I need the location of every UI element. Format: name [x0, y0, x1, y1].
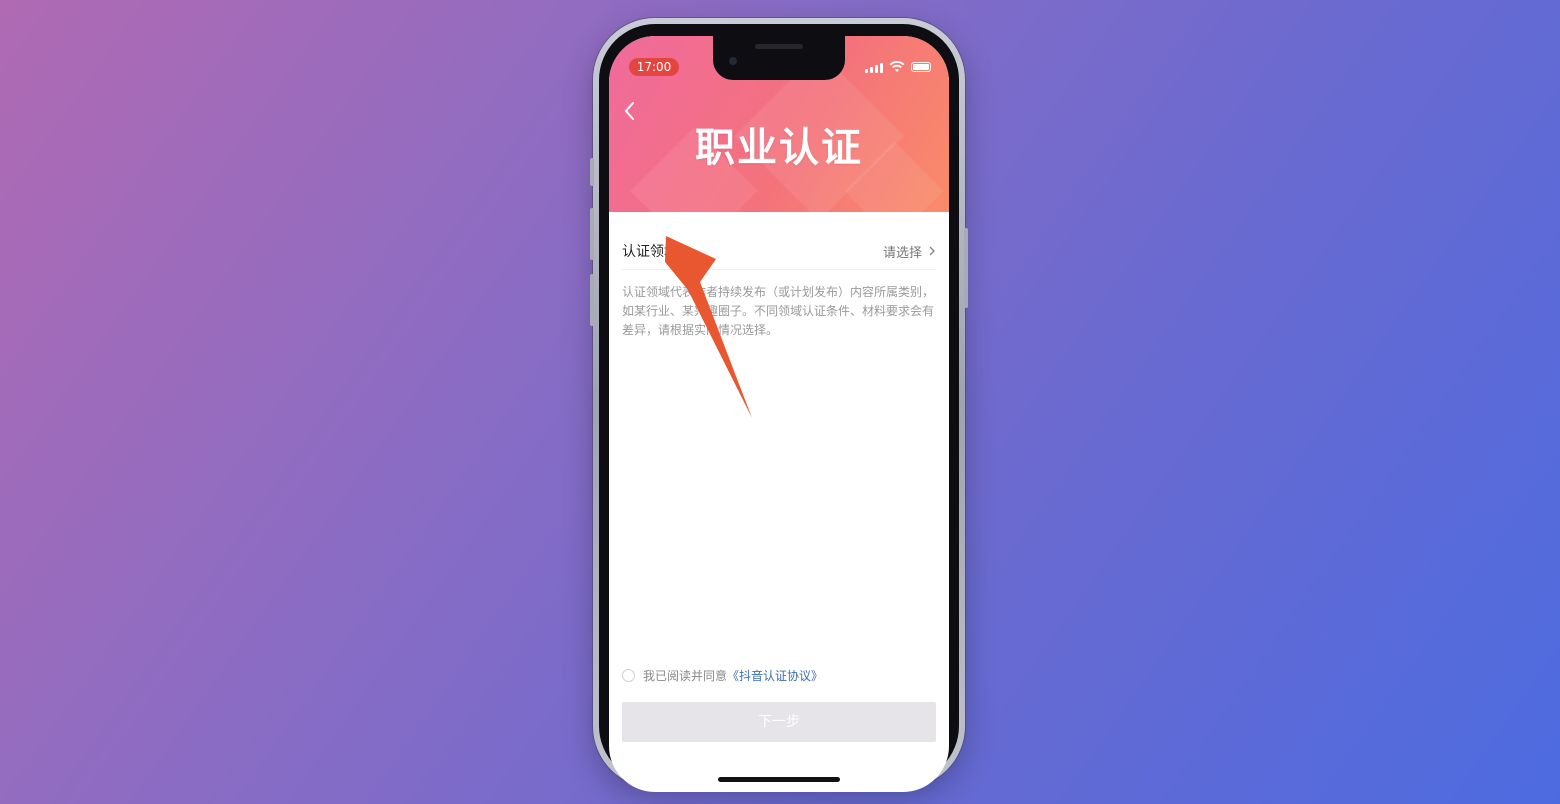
front-camera	[729, 57, 737, 65]
notch	[713, 36, 845, 80]
home-indicator	[718, 777, 840, 782]
field-description: 认证领域代表作者持续发布（或计划发布）内容所属类别，如某行业、某兴趣圈子。不同领…	[622, 285, 935, 337]
phone-frame: 职业认证 17:00 认证领域 请选择 认证领域代表作者持续发布（或计划发布）内…	[590, 18, 968, 792]
page-title: 职业认证	[695, 125, 863, 171]
field-label: 认证领域	[622, 244, 678, 260]
volume-up-button	[590, 208, 594, 260]
power-button	[964, 228, 968, 308]
battery-icon	[911, 62, 931, 72]
status-time: 17:00	[629, 58, 679, 76]
chevron-right-icon	[929, 246, 935, 256]
wifi-icon	[889, 61, 905, 72]
mute-switch	[590, 158, 594, 186]
app-screen: 职业认证 17:00 认证领域 请选择 认证领域代表作者持续发布（或计划发布）内…	[609, 36, 949, 792]
certification-field-row[interactable]: 认证领域 请选择	[622, 233, 936, 270]
agreement-row: 我已阅读并同意《抖音认证协议》	[622, 667, 823, 684]
agreement-link[interactable]: 《抖音认证协议》	[727, 669, 823, 683]
next-step-button[interactable]: 下一步	[622, 702, 936, 742]
speaker	[755, 44, 803, 49]
field-placeholder: 请选择	[882, 245, 922, 261]
back-chevron-icon[interactable]	[621, 100, 639, 122]
volume-down-button	[590, 274, 594, 326]
field-select[interactable]: 请选择	[883, 242, 936, 261]
signal-icon	[865, 62, 883, 73]
agreement-radio[interactable]	[622, 669, 635, 682]
agreement-text: 我已阅读并同意	[643, 669, 728, 683]
status-icons	[865, 60, 931, 74]
